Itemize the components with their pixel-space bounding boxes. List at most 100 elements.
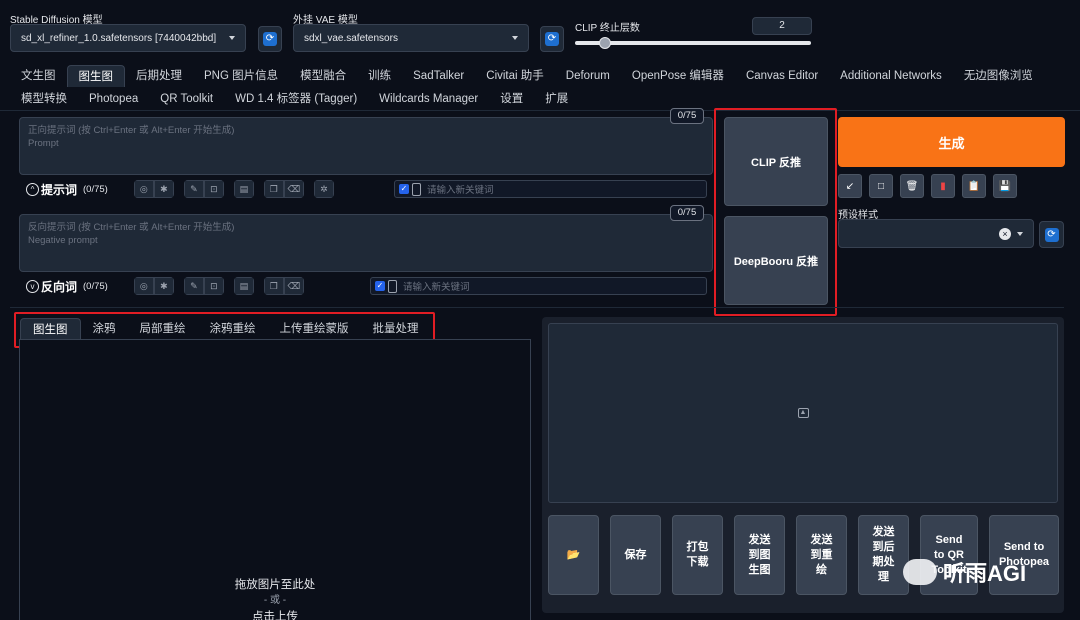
image-upload-area[interactable]: 拖放图片至此处 - 或 - 点击上传 bbox=[19, 339, 531, 620]
image-placeholder-icon: ▲ bbox=[797, 408, 809, 418]
negative-prompt-textarea[interactable]: 反向提示词 (按 Ctrl+Enter 或 Alt+Enter 开始生成) Ne… bbox=[19, 214, 713, 272]
img2img-subtab[interactable]: 涂鸦 bbox=[81, 318, 128, 340]
generate-tools-row: ↙ □ 🗑 ▮ 📋 💾 bbox=[838, 174, 1017, 198]
watermark: 听雨AGI bbox=[903, 556, 1026, 588]
negative-token-counter: 0/75 bbox=[670, 205, 704, 221]
negative-placeholder-line2: Negative prompt bbox=[28, 235, 98, 246]
prompt-textarea[interactable]: 正向提示词 (按 Ctrl+Enter 或 Alt+Enter 开始生成) Pr… bbox=[19, 117, 713, 175]
negative-keyword-input[interactable]: ✓ 请输入新关键词 bbox=[370, 277, 707, 295]
sd-model-value: sd_xl_refiner_1.0.safetensors [7440042bb… bbox=[21, 32, 217, 44]
open-folder-button[interactable]: 📂 bbox=[548, 515, 599, 595]
main-tabs-row-1: 文生图 图生图 后期处理 PNG 图片信息 模型融合 训练 SadTalker Civitai… bbox=[10, 65, 1044, 87]
main-tab[interactable]: Civitai 助手 bbox=[475, 65, 555, 87]
edit-icon[interactable]: ✎ bbox=[183, 180, 204, 198]
main-tab[interactable]: Wildcards Manager bbox=[368, 88, 489, 110]
sd-model-select[interactable]: sd_xl_refiner_1.0.safetensors [7440042bb… bbox=[10, 24, 246, 52]
checkbox-checked-icon[interactable]: ✓ bbox=[375, 281, 385, 291]
main-tab[interactable]: QR Toolkit bbox=[149, 88, 224, 110]
clip-skip-number-input[interactable]: 2 bbox=[752, 17, 812, 35]
main-tab[interactable]: 图生图 bbox=[66, 65, 125, 87]
main-tab[interactable]: OpenPose 编辑器 bbox=[621, 65, 735, 87]
prompt-placeholder-line2: Prompt bbox=[28, 138, 59, 149]
chevron-down-icon[interactable]: v bbox=[26, 279, 39, 293]
output-action-button[interactable]: 发送 到图 生图 bbox=[734, 515, 785, 595]
bookmark-icon[interactable]: ⊡ bbox=[203, 277, 224, 295]
main-tab[interactable]: 扩展 bbox=[534, 88, 579, 110]
output-action-button[interactable]: 打包 下载 bbox=[672, 515, 723, 595]
negative-toolbar: v 反向词 (0/75) ◎ ✱ ✎ ⊡ ▤ ❐ ⌫ bbox=[26, 277, 314, 295]
square-icon[interactable]: □ bbox=[869, 174, 893, 198]
img2img-subtab[interactable]: 局部重绘 bbox=[128, 318, 198, 340]
main-tab[interactable]: Additional Networks bbox=[829, 65, 953, 87]
clear-x-icon[interactable]: × bbox=[999, 227, 1011, 240]
prompt-keyword-input[interactable]: ✓ 请输入新关键词 bbox=[394, 180, 707, 198]
translate-icon[interactable]: ▤ bbox=[233, 180, 254, 198]
chevron-down-icon bbox=[229, 36, 235, 40]
red-card-icon[interactable]: ▮ bbox=[931, 174, 955, 198]
translate-icon[interactable]: ▤ bbox=[233, 277, 254, 295]
img2img-subtab[interactable]: 涂鸦重绘 bbox=[198, 318, 268, 340]
checkbox-checked-icon[interactable]: ✓ bbox=[399, 184, 409, 194]
sd-model-refresh-button[interactable]: ⟳ bbox=[258, 26, 282, 52]
main-tab[interactable]: 无边图像浏览 bbox=[953, 65, 1044, 87]
main-tab[interactable]: WD 1.4 标签器 (Tagger) bbox=[224, 88, 368, 110]
output-action-button[interactable]: 发送 到后 期处 理 bbox=[858, 515, 909, 595]
main-tab[interactable]: PNG 图片信息 bbox=[193, 65, 289, 87]
main-tab[interactable]: SadTalker bbox=[402, 65, 475, 87]
paste-arrow-icon[interactable]: ↙ bbox=[838, 174, 862, 198]
refresh-icon: ⟳ bbox=[1044, 227, 1059, 242]
vae-select[interactable]: sdxl_vae.safetensors bbox=[293, 24, 529, 52]
output-action-button[interactable]: 发送 到重 绘 bbox=[796, 515, 847, 595]
main-tab[interactable]: 后期处理 bbox=[125, 65, 193, 87]
copy-icon[interactable]: ❐ bbox=[263, 180, 284, 198]
img2img-subtab[interactable]: 图生图 bbox=[20, 318, 81, 340]
generate-button[interactable]: 生成 bbox=[838, 117, 1065, 167]
chevron-up-icon[interactable]: ^ bbox=[26, 182, 39, 196]
deepbooru-interrogate-button[interactable]: DeepBooru 反推 bbox=[724, 216, 828, 305]
clip-skip-label: CLIP 终止层数 bbox=[575, 23, 640, 34]
edit-icon[interactable]: ✎ bbox=[183, 277, 204, 295]
prompt-placeholder-line1: 正向提示词 (按 Ctrl+Enter 或 Alt+Enter 开始生成) bbox=[28, 125, 235, 136]
output-action-button[interactable]: 保存 bbox=[610, 515, 661, 595]
bookmark-icon[interactable]: ⊡ bbox=[203, 180, 224, 198]
vae-refresh-button[interactable]: ⟳ bbox=[540, 26, 564, 52]
main-tab[interactable]: 模型转换 bbox=[10, 88, 78, 110]
img2img-subtab[interactable]: 批量处理 bbox=[361, 318, 431, 340]
styles-select[interactable]: × bbox=[838, 219, 1034, 248]
clip-interrogate-button[interactable]: CLIP 反推 bbox=[724, 117, 828, 206]
main-tab[interactable]: Deforum bbox=[555, 65, 621, 87]
prompt-toolbar: ^ 提示词 (0/75) ◎ ✱ ✎ ⊡ ▤ ❐ ⌫ ✲ bbox=[26, 180, 344, 198]
clipboard-icon[interactable]: 📋 bbox=[962, 174, 986, 198]
negative-placeholder-line1: 反向提示词 (按 Ctrl+Enter 或 Alt+Enter 开始生成) bbox=[28, 222, 235, 233]
main-tab[interactable]: Canvas Editor bbox=[735, 65, 829, 87]
img2img-subtab[interactable]: 上传重绘蒙版 bbox=[268, 318, 361, 340]
copy-icon[interactable]: ❐ bbox=[263, 277, 284, 295]
vae-value: sdxl_vae.safetensors bbox=[304, 32, 398, 44]
main-tab[interactable]: 文生图 bbox=[10, 65, 67, 87]
trash-icon[interactable]: ⌫ bbox=[283, 180, 304, 198]
prompt-token-counter: 0/75 bbox=[670, 108, 704, 124]
refresh-icon: ⟳ bbox=[263, 32, 277, 46]
upload-hint-line3: 点击上传 bbox=[252, 611, 298, 620]
upload-hint-line2: - 或 - bbox=[263, 595, 287, 606]
main-tabs-row-2: 模型转换 Photopea QR Toolkit WD 1.4 标签器 (Tagger… bbox=[10, 88, 579, 110]
prompt-label: 提示词 bbox=[41, 182, 78, 197]
trash-icon[interactable]: ⌫ bbox=[283, 277, 304, 295]
gear-icon[interactable]: ✱ bbox=[153, 180, 174, 198]
globe-icon[interactable]: ◎ bbox=[133, 277, 154, 295]
save-icon[interactable]: 💾 bbox=[993, 174, 1017, 198]
chevron-down-icon bbox=[512, 36, 518, 40]
styles-refresh-button[interactable]: ⟳ bbox=[1039, 221, 1064, 248]
phone-icon bbox=[388, 279, 397, 293]
main-tab[interactable]: Photopea bbox=[78, 88, 149, 110]
main-tab[interactable]: 设置 bbox=[489, 88, 534, 110]
globe-icon[interactable]: ◎ bbox=[133, 180, 154, 198]
gear-icon[interactable]: ✱ bbox=[153, 277, 174, 295]
settings-icon[interactable]: ✲ bbox=[313, 180, 334, 198]
slider-thumb[interactable] bbox=[598, 37, 611, 49]
main-tab[interactable]: 训练 bbox=[357, 65, 402, 87]
output-image-area: ▲ bbox=[548, 323, 1058, 503]
clip-skip-slider[interactable] bbox=[575, 37, 811, 49]
main-tab[interactable]: 模型融合 bbox=[289, 65, 357, 87]
trash-icon[interactable]: 🗑 bbox=[900, 174, 924, 198]
